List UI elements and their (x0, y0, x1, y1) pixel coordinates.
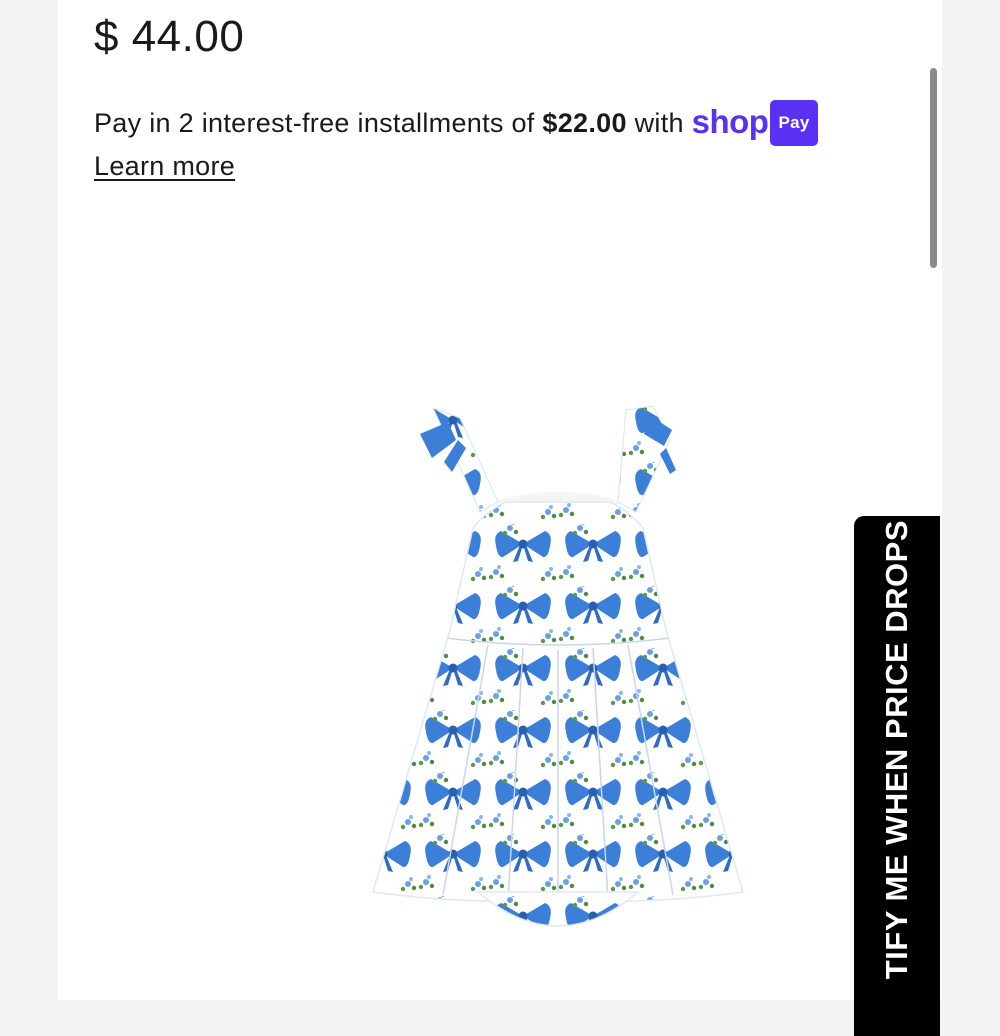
shop-pay-badge: Pay (770, 100, 818, 146)
shop-pay-logo: shop (691, 103, 769, 140)
notify-price-drop-button[interactable]: TIFY ME WHEN PRICE DROPS (854, 516, 940, 1036)
product-image[interactable] (348, 400, 768, 960)
product-page: $ 44.00 Pay in 2 interest-free installme… (58, 0, 942, 1000)
notify-label: TIFY ME WHEN PRICE DROPS (879, 520, 914, 980)
scrollbar[interactable] (930, 68, 937, 268)
installments-text: Pay in 2 interest-free installments of (94, 108, 543, 138)
installments-with: with (626, 108, 692, 138)
product-price: $ 44.00 (94, 12, 245, 61)
shop-pay-installments: Pay in 2 interest-free installments of $… (94, 100, 914, 186)
learn-more-link[interactable]: Learn more (94, 146, 235, 186)
installment-amount: $22.00 (542, 108, 627, 138)
